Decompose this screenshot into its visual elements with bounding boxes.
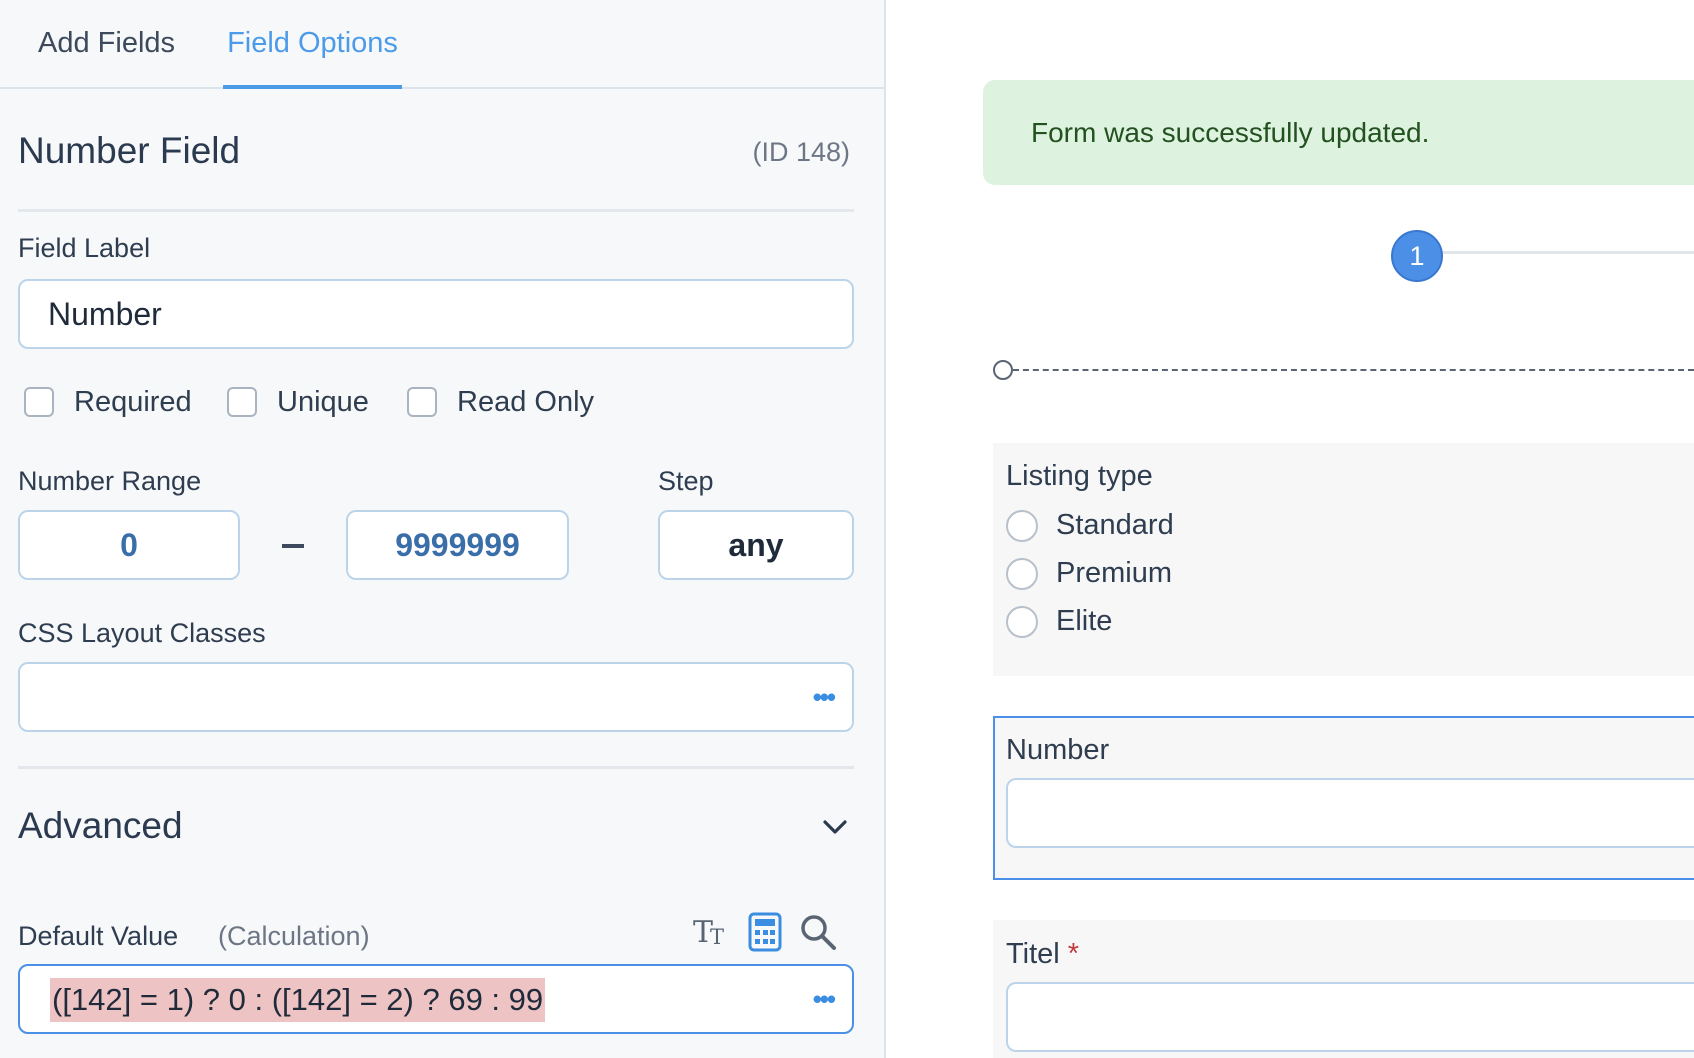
read-only-checkbox[interactable]: Read Only	[407, 385, 594, 419]
radio-standard[interactable]	[1006, 510, 1038, 542]
titel-input[interactable]	[1006, 982, 1694, 1052]
divider	[18, 766, 854, 769]
css-classes-input[interactable]: •••	[18, 662, 854, 732]
option-premium: Premium	[1056, 557, 1173, 589]
default-value-formula: ([142] = 1) ? 0 : ([142] = 2) ? 69 : 99	[50, 978, 546, 1022]
default-value-input[interactable]: ([142] = 1) ? 0 : ([142] = 2) ? 69 : 99 …	[18, 964, 854, 1034]
radio-premium[interactable]	[1006, 558, 1038, 590]
number-preview-label: Number	[1006, 734, 1110, 766]
default-value-type: (Calculation)	[218, 921, 370, 951]
number-range-label: Number Range	[18, 466, 202, 496]
unique-checkbox[interactable]: Unique	[227, 385, 369, 419]
unique-label: Unique	[277, 385, 369, 418]
advanced-section-title[interactable]: Advanced	[18, 805, 183, 847]
number-preview-input[interactable]	[1006, 778, 1694, 848]
field-label-value: Number	[48, 296, 162, 332]
titel-label: Titel *	[1006, 938, 1079, 971]
step-indicator[interactable]: 1	[1391, 230, 1443, 282]
required-checkbox[interactable]: Required	[24, 385, 192, 419]
titel-label-text: Titel	[1006, 938, 1060, 970]
range-max-value: 9999999	[395, 527, 520, 563]
success-message: Form was successfully updated.	[1031, 117, 1430, 148]
css-classes-label: CSS Layout Classes	[18, 618, 266, 648]
progress-line	[1440, 251, 1694, 254]
checkbox-box[interactable]	[407, 387, 437, 417]
range-min-value: 0	[120, 527, 138, 563]
option-standard: Standard	[1056, 509, 1174, 541]
success-alert: Form was successfully updated.	[983, 80, 1694, 185]
page-break-line	[1013, 369, 1694, 371]
field-type-title: Number Field	[18, 130, 241, 171]
field-options-sidebar: Add Fields Field Options Number Field (I…	[0, 0, 886, 1058]
tab-field-options[interactable]: Field Options	[223, 0, 402, 89]
svg-text:T: T	[710, 925, 724, 949]
text-format-icon[interactable]: T T	[692, 912, 732, 952]
page-break-handle[interactable]	[993, 360, 1013, 380]
radio-elite[interactable]	[1006, 606, 1038, 638]
default-value-label: Default Value	[18, 921, 179, 951]
step-value: any	[728, 527, 784, 563]
search-icon[interactable]	[798, 912, 838, 952]
range-min-input[interactable]: 0	[18, 510, 240, 580]
field-label-label: Field Label	[18, 233, 151, 263]
sidebar-tabs: Add Fields Field Options	[0, 0, 884, 89]
listing-type-label: Listing type	[1006, 460, 1153, 492]
checkbox-box[interactable]	[227, 387, 257, 417]
range-max-input[interactable]: 9999999	[346, 510, 569, 580]
option-elite: Elite	[1056, 605, 1113, 637]
step-label: Step	[658, 466, 714, 496]
field-label-input[interactable]: Number	[18, 279, 854, 349]
field-id: (ID 148)	[752, 137, 850, 167]
checkbox-box[interactable]	[24, 387, 54, 417]
more-options-icon[interactable]: •••	[813, 664, 836, 730]
range-separator	[282, 544, 304, 548]
divider	[18, 209, 854, 212]
chevron-down-icon[interactable]	[822, 816, 848, 838]
required-label: Required	[74, 385, 192, 418]
required-mark: *	[1067, 938, 1080, 970]
more-options-icon[interactable]: •••	[813, 966, 836, 1032]
tab-add-fields[interactable]: Add Fields	[38, 0, 175, 89]
calculator-icon[interactable]	[748, 912, 782, 952]
read-only-label: Read Only	[457, 385, 595, 418]
step-input[interactable]: any	[658, 510, 854, 580]
